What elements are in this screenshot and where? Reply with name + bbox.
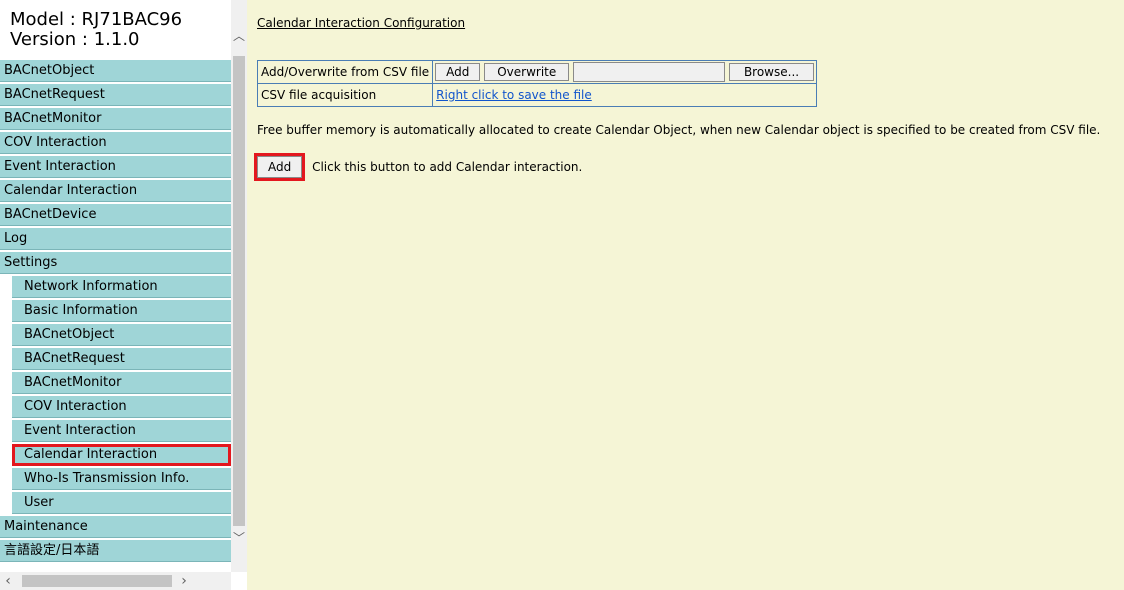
sidebar-item-settings-who-is-transmission-info[interactable]: Who-Is Transmission Info. bbox=[12, 468, 231, 490]
sidebar-item-bacnetdevice[interactable]: BACnetDevice bbox=[0, 204, 231, 226]
sidebar-item-settings-calendar-interaction[interactable]: Calendar Interaction bbox=[12, 444, 231, 466]
add-instruction-text: Click this button to add Calendar intera… bbox=[312, 160, 583, 174]
page-title: Calendar Interaction Configuration bbox=[257, 16, 466, 30]
csv-file-path-field[interactable] bbox=[573, 62, 726, 82]
sidebar-item-settings-bacnetrequest[interactable]: BACnetRequest bbox=[12, 348, 231, 370]
sidebar-item-settings-basic-information[interactable]: Basic Information bbox=[12, 300, 231, 322]
sidebar-item-log[interactable]: Log bbox=[0, 228, 231, 250]
csv-acquisition-row: CSV file acquisition Right click to save… bbox=[256, 83, 818, 107]
sidebar: Model : RJ71BAC96 Version : 1.1.0 BACnet… bbox=[0, 0, 247, 590]
sidebar-item-calendar-interaction[interactable]: Calendar Interaction bbox=[0, 180, 231, 202]
csv-controls-cell: Add Overwrite Browse... bbox=[432, 60, 818, 84]
sidebar-item-cov-interaction[interactable]: COV Interaction bbox=[0, 132, 231, 154]
add-calendar-interaction-button[interactable]: Add bbox=[253, 153, 306, 181]
sidebar-item-settings-bacnetobject[interactable]: BACnetObject bbox=[12, 324, 231, 346]
sidebar-item-settings[interactable]: Settings bbox=[0, 252, 231, 274]
sidebar-nav: Model : RJ71BAC96 Version : 1.1.0 BACnet… bbox=[0, 0, 231, 572]
buffer-memory-note: Free buffer memory is automatically allo… bbox=[257, 123, 1101, 137]
sidebar-item-settings-network-information[interactable]: Network Information bbox=[12, 276, 231, 298]
csv-overwrite-button[interactable]: Overwrite bbox=[484, 62, 570, 81]
add-row: Add Click this button to add Calendar in… bbox=[253, 153, 1124, 181]
csv-add-button[interactable]: Add bbox=[435, 62, 481, 81]
sidebar-item-settings-event-interaction[interactable]: Event Interaction bbox=[12, 420, 231, 442]
sidebar-item-bacnetmonitor[interactable]: BACnetMonitor bbox=[0, 108, 231, 130]
save-csv-link[interactable]: Right click to save the file bbox=[436, 88, 592, 102]
csv-add-overwrite-label: Add/Overwrite from CSV file bbox=[256, 60, 434, 84]
sidebar-vertical-scrollbar[interactable]: ︿ ﹀ bbox=[231, 0, 247, 572]
model-label: Model : RJ71BAC96 bbox=[10, 9, 183, 30]
sidebar-item-settings-cov-interaction[interactable]: COV Interaction bbox=[12, 396, 231, 418]
model-info: Model : RJ71BAC96 Version : 1.1.0 bbox=[0, 0, 231, 60]
sidebar-horizontal-scrollbar[interactable]: ‹ › bbox=[0, 572, 231, 590]
sidebar-item-bacnetrequest[interactable]: BACnetRequest bbox=[0, 84, 231, 106]
csv-add-overwrite-row: Add/Overwrite from CSV file Add Overwrit… bbox=[256, 60, 818, 84]
chevron-down-icon[interactable]: ﹀ bbox=[231, 530, 247, 546]
sidebar-item-language[interactable]: 言語設定/日本語 bbox=[0, 540, 231, 562]
sidebar-item-event-interaction[interactable]: Event Interaction bbox=[0, 156, 231, 178]
chevron-left-icon[interactable]: ‹ bbox=[0, 572, 16, 590]
csv-acquisition-cell: Right click to save the file bbox=[432, 83, 818, 107]
chevron-right-icon[interactable]: › bbox=[176, 572, 192, 590]
sidebar-item-settings-user[interactable]: User bbox=[12, 492, 231, 514]
sidebar-item-maintenance[interactable]: Maintenance bbox=[0, 516, 231, 538]
scrollbar-thumb[interactable] bbox=[233, 56, 245, 526]
version-label: Version : 1.1.0 bbox=[10, 29, 140, 50]
browse-button[interactable]: Browse... bbox=[728, 62, 815, 81]
csv-acquisition-label: CSV file acquisition bbox=[256, 83, 434, 107]
chevron-up-icon[interactable]: ︿ bbox=[231, 28, 247, 44]
scrollbar-thumb[interactable] bbox=[22, 575, 172, 587]
sidebar-item-bacnetobject[interactable]: BACnetObject bbox=[0, 60, 231, 82]
nav-list: BACnetObject BACnetRequest BACnetMonitor CO… bbox=[0, 60, 231, 562]
sidebar-item-settings-bacnetmonitor[interactable]: BACnetMonitor bbox=[12, 372, 231, 394]
main-content: Calendar Interaction Configuration Add/O… bbox=[247, 0, 1124, 590]
csv-table: Add/Overwrite from CSV file Add Overwrit… bbox=[256, 60, 818, 107]
